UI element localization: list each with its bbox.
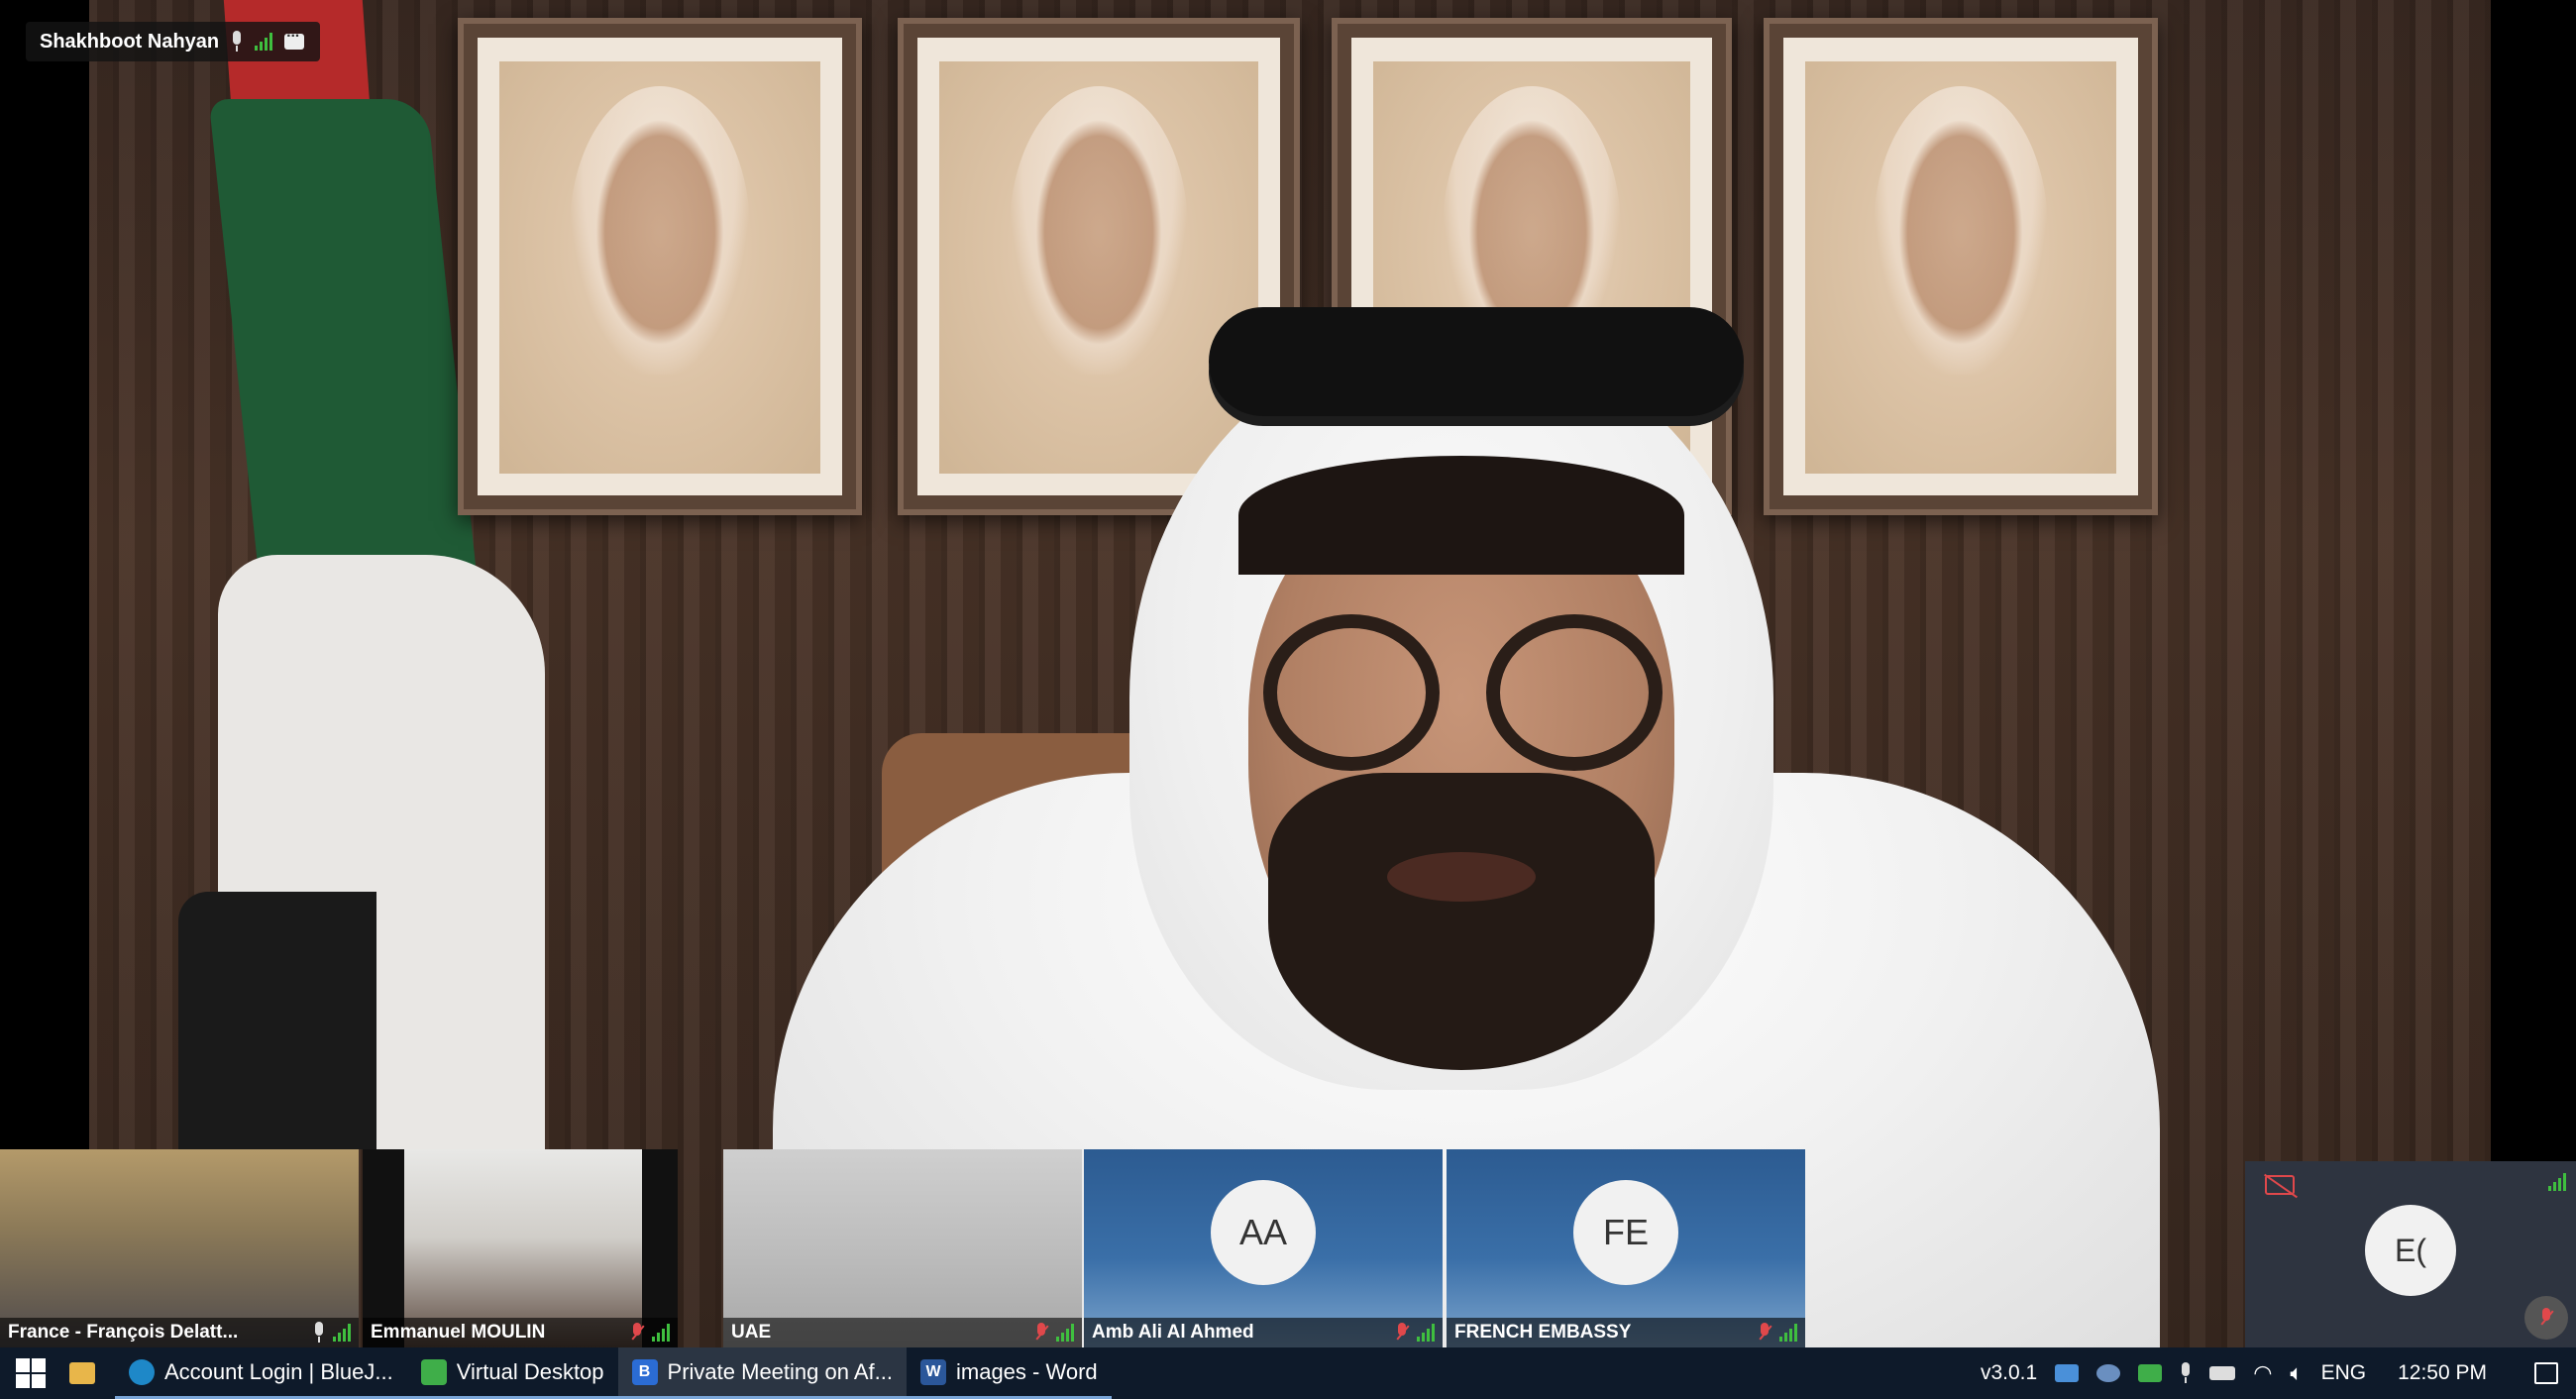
mic-muted-icon	[2539, 1308, 2553, 1328]
avatar: FE	[1573, 1180, 1678, 1285]
taskbar-app-label: images - Word	[956, 1358, 1098, 1384]
taskbar-app-label: Virtual Desktop	[456, 1358, 604, 1384]
uae-flag	[89, 0, 545, 1149]
participant-label-bar: FRENCH EMBASSY	[1447, 1318, 1805, 1347]
participant-label-bar: Emmanuel MOULIN	[363, 1318, 678, 1347]
virtual-desktop-icon	[420, 1358, 447, 1385]
microphone-icon[interactable]	[2180, 1362, 2192, 1384]
main-speaker-video[interactable]	[0, 0, 2576, 1347]
volume-icon[interactable]: 🔈︎	[2290, 1360, 2303, 1386]
mic-muted-icon	[630, 1323, 644, 1343]
signal-strength-icon	[1417, 1324, 1435, 1342]
taskbar-app-bluejeans[interactable]: B Private Meeting on Af...	[617, 1347, 907, 1399]
speaker-name-tag: Shakhboot Nahyan	[26, 22, 321, 61]
participant-tile-amb-ali-al-ahmed[interactable]: AA Amb Ali Al Ahmed	[1084, 1149, 1443, 1347]
file-explorer-icon[interactable]	[69, 1362, 95, 1384]
chat-icon[interactable]	[284, 28, 305, 50]
tray-app-icon[interactable]	[2055, 1364, 2080, 1382]
signal-strength-icon	[652, 1324, 670, 1342]
notification-center-icon[interactable]	[2534, 1362, 2558, 1384]
battery-icon[interactable]	[2209, 1366, 2236, 1380]
taskbar-app-virtual-desktop[interactable]: Virtual Desktop	[406, 1347, 618, 1399]
signal-strength-icon	[333, 1324, 351, 1342]
avatar: AA	[1211, 1180, 1316, 1285]
microphone-icon	[313, 1322, 325, 1344]
mic-muted-icon	[1034, 1323, 1048, 1343]
microphone-icon	[231, 31, 243, 53]
mic-muted-icon	[1395, 1323, 1409, 1343]
signal-strength-icon	[255, 33, 273, 51]
participant-tile-french-embassy[interactable]: FE FRENCH EMBASSY	[1447, 1149, 1805, 1347]
participant-tile-france[interactable]: France - François Delatt...	[0, 1149, 359, 1347]
taskbar-app-label: Account Login | BlueJ...	[164, 1358, 393, 1384]
signal-strength-icon	[1779, 1324, 1797, 1342]
participant-name: France - François Delatt...	[8, 1322, 239, 1343]
participant-name: UAE	[731, 1322, 772, 1343]
word-icon: W	[920, 1358, 946, 1385]
video-off-icon	[2265, 1175, 2295, 1195]
participant-name: Emmanuel MOULIN	[371, 1322, 546, 1343]
letterbox-right	[2491, 0, 2576, 1347]
bluejeans-icon: B	[631, 1358, 658, 1385]
edge-icon	[129, 1358, 155, 1385]
participant-tile-uae[interactable]: UAE	[723, 1149, 1082, 1347]
windows-taskbar: Account Login | BlueJ... Virtual Desktop…	[0, 1347, 2576, 1399]
signal-strength-icon	[1056, 1324, 1074, 1342]
participant-tile-emmanuel-moulin[interactable]: Emmanuel MOULIN	[363, 1149, 678, 1347]
clock[interactable]: 12:50 PM	[2398, 1361, 2487, 1385]
language-indicator[interactable]: ENG	[2321, 1361, 2367, 1385]
wifi-icon[interactable]: ◠	[2253, 1360, 2272, 1386]
speaker-name: Shakhboot Nahyan	[40, 30, 220, 53]
participant-label-bar: UAE	[723, 1318, 1082, 1347]
windows-start-icon[interactable]	[16, 1358, 46, 1388]
taskbar-app-label: Private Meeting on Af...	[667, 1358, 893, 1384]
signal-strength-icon	[2548, 1173, 2566, 1191]
tray-app-icon[interactable]	[2096, 1364, 2121, 1382]
participant-label-bar: Amb Ali Al Ahmed	[1084, 1318, 1443, 1347]
participant-name: Amb Ali Al Ahmed	[1092, 1322, 1254, 1343]
system-tray: v3.0.1 ◠ 🔈︎ ENG 12:50 PM	[1981, 1347, 2576, 1399]
taskbar-app-edge[interactable]: Account Login | BlueJ...	[115, 1347, 407, 1399]
mic-muted-icon	[1758, 1323, 1771, 1343]
participant-name: FRENCH EMBASSY	[1454, 1322, 1632, 1343]
version-label: v3.0.1	[1980, 1361, 2038, 1384]
mute-toggle-button[interactable]	[2524, 1296, 2568, 1340]
taskbar-app-word[interactable]: W images - Word	[907, 1347, 1112, 1399]
avatar: E(	[2365, 1205, 2456, 1297]
letterbox-left	[0, 0, 89, 1149]
participant-label-bar: France - François Delatt...	[0, 1318, 359, 1347]
self-view-tile[interactable]: E(	[2245, 1161, 2576, 1347]
tray-app-icon[interactable]	[2138, 1364, 2163, 1382]
